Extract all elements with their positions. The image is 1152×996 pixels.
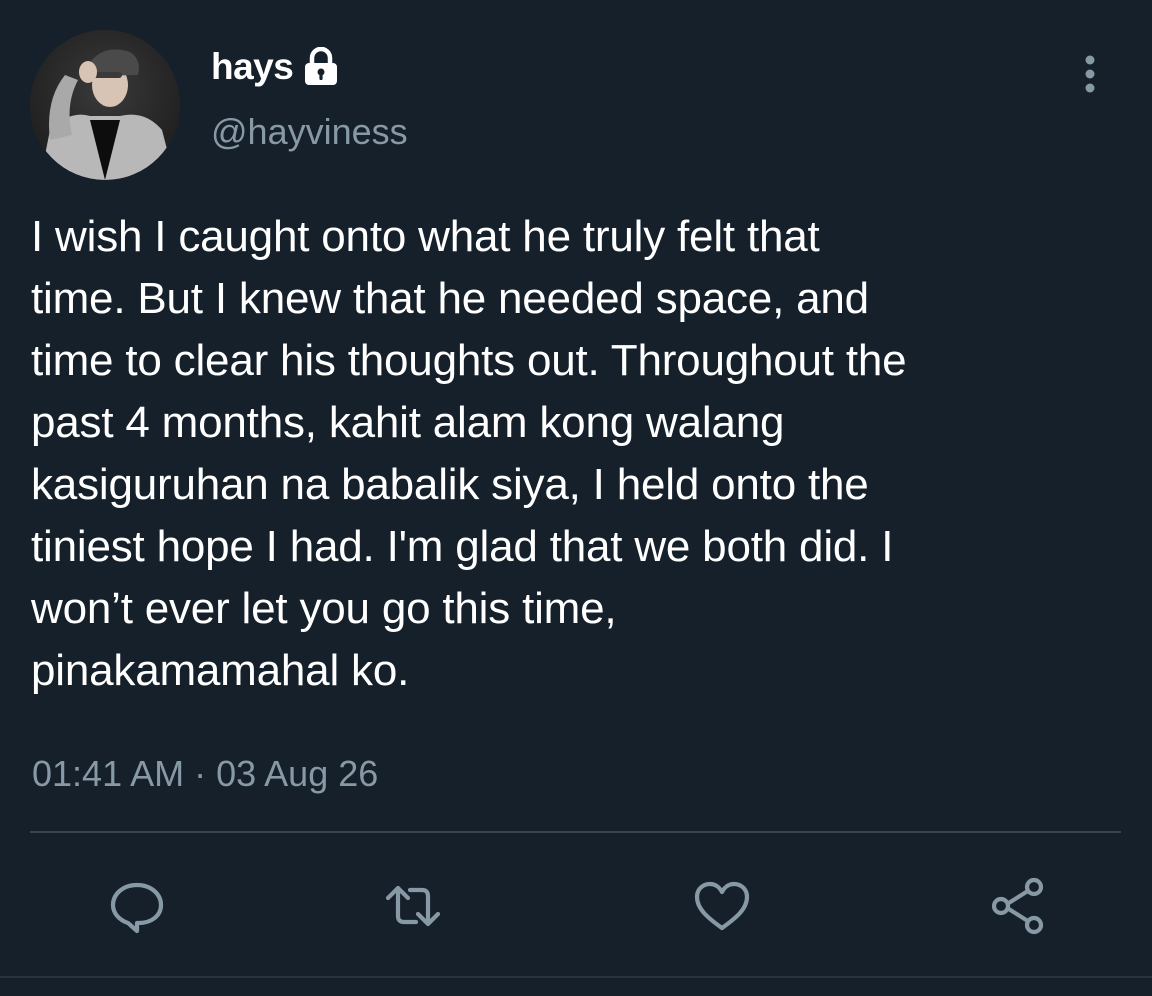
more-options-button[interactable] (1070, 50, 1110, 100)
more-vertical-icon (1085, 55, 1095, 93)
profile-photo (30, 30, 180, 180)
heart-icon (694, 881, 750, 931)
like-button[interactable] (692, 876, 752, 936)
bottom-divider (0, 976, 1152, 978)
share-icon (991, 877, 1044, 935)
display-name[interactable]: hays (211, 46, 294, 88)
share-button[interactable] (988, 876, 1048, 936)
lock-icon (302, 46, 340, 87)
reply-button[interactable] (107, 876, 167, 936)
retweet-icon (385, 885, 441, 927)
user-handle[interactable]: @hayviness (211, 111, 408, 153)
tweet-text: I wish I caught onto what he truly felt … (31, 212, 907, 695)
display-name-row: hays (211, 44, 340, 90)
divider (30, 831, 1121, 833)
retweet-button[interactable] (383, 876, 443, 936)
reply-icon (110, 882, 164, 934)
avatar[interactable] (30, 30, 180, 180)
tweet-timestamp[interactable]: 01:41 AM · 03 Aug 26 (32, 753, 378, 795)
